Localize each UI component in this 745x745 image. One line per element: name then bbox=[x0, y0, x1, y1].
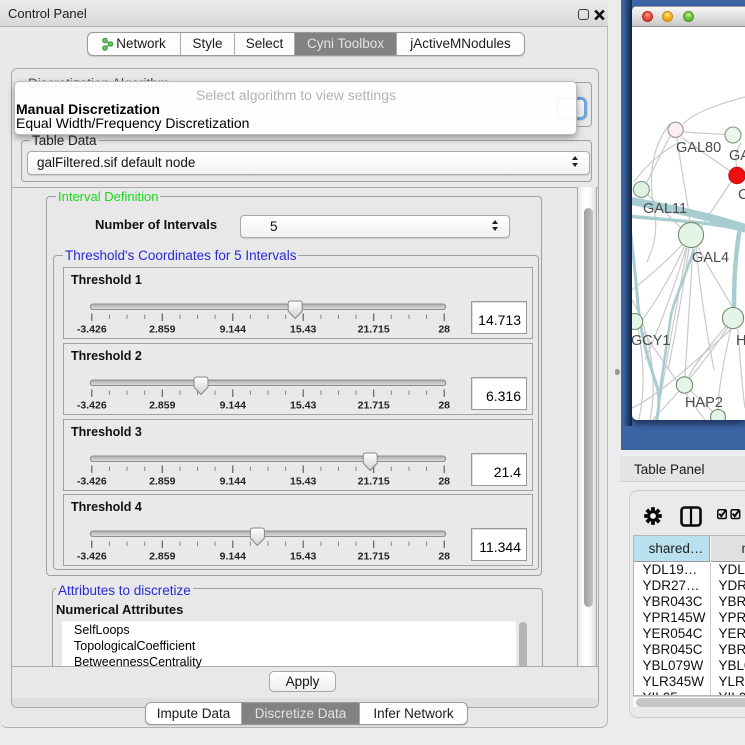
svg-text:28: 28 bbox=[438, 551, 450, 563]
svg-text:28: 28 bbox=[438, 476, 450, 488]
svg-text:GAL80: GAL80 bbox=[676, 140, 721, 156]
svg-text:15.43: 15.43 bbox=[290, 551, 316, 563]
svg-text:HAP2: HAP2 bbox=[685, 395, 723, 411]
svg-text:GAL11: GAL11 bbox=[643, 201, 687, 217]
svg-text:C: C bbox=[738, 187, 745, 203]
svg-text:-3.426: -3.426 bbox=[77, 476, 107, 488]
svg-text:2.859: 2.859 bbox=[149, 324, 175, 336]
svg-text:28: 28 bbox=[438, 400, 450, 412]
svg-text:GCY1: GCY1 bbox=[632, 333, 671, 349]
svg-text:H: H bbox=[736, 333, 745, 349]
svg-text:15.43: 15.43 bbox=[290, 476, 316, 488]
svg-text:21.715: 21.715 bbox=[358, 551, 390, 563]
svg-text:15.43: 15.43 bbox=[290, 400, 316, 412]
svg-text:-3.426: -3.426 bbox=[77, 400, 107, 412]
svg-text:2.859: 2.859 bbox=[149, 476, 175, 488]
svg-text:9.144: 9.144 bbox=[220, 324, 246, 336]
svg-text:-3.426: -3.426 bbox=[77, 551, 107, 563]
svg-text:21.715: 21.715 bbox=[358, 324, 390, 336]
svg-text:GAL4: GAL4 bbox=[692, 250, 729, 266]
svg-text:2.859: 2.859 bbox=[149, 551, 175, 563]
svg-text:-3.426: -3.426 bbox=[77, 324, 107, 336]
svg-text:2.859: 2.859 bbox=[149, 400, 175, 412]
svg-text:9.144: 9.144 bbox=[220, 400, 246, 412]
svg-text:28: 28 bbox=[438, 324, 450, 336]
svg-text:21.715: 21.715 bbox=[358, 400, 390, 412]
svg-text:9.144: 9.144 bbox=[220, 551, 246, 563]
svg-text:21.715: 21.715 bbox=[358, 476, 390, 488]
svg-text:9.144: 9.144 bbox=[220, 476, 246, 488]
svg-text:15.43: 15.43 bbox=[290, 324, 316, 336]
svg-text:GA: GA bbox=[729, 148, 745, 164]
